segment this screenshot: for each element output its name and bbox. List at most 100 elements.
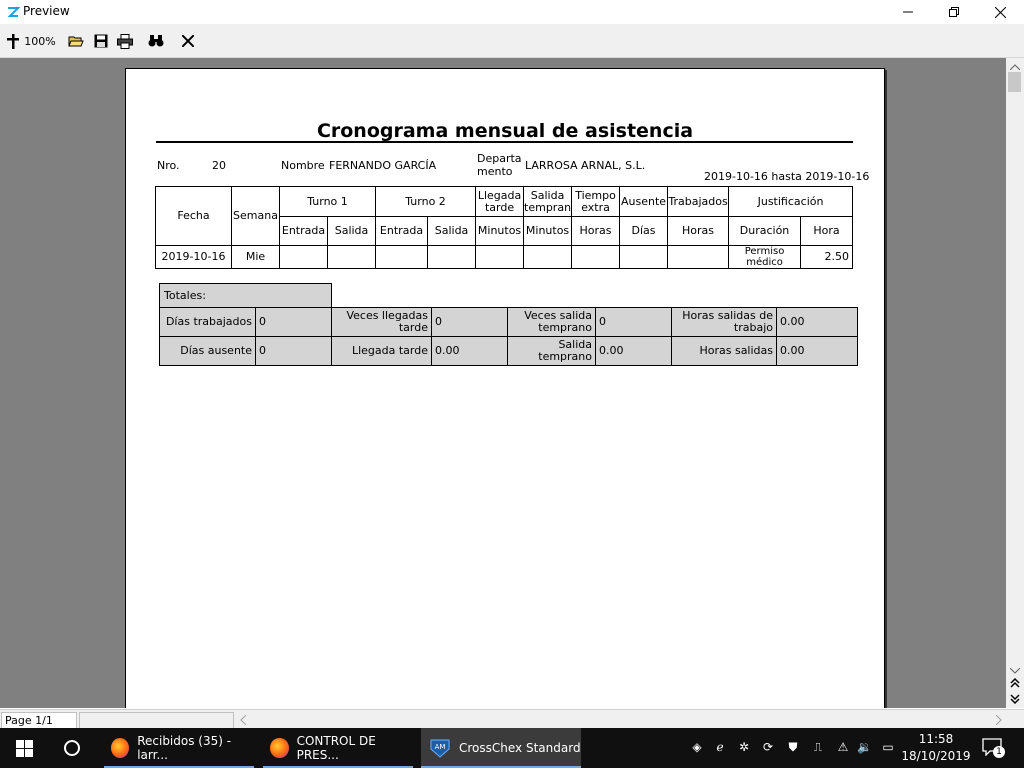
chevron-left-icon bbox=[240, 715, 246, 725]
cell-tiempo-extra bbox=[571, 245, 621, 269]
totals-label-box: Totales: bbox=[159, 283, 332, 308]
toolbar: 100% bbox=[0, 24, 1024, 58]
dias-ausente-value: 0 bbox=[255, 336, 332, 366]
binoculars-icon bbox=[148, 35, 164, 47]
network-icon[interactable]: ▭ bbox=[881, 740, 895, 754]
taskbar-item-label: CrossChex Standard bbox=[459, 741, 581, 755]
llegada-tarde-label: Llegada tarde bbox=[331, 336, 432, 366]
header-justificacion: Justificación bbox=[728, 186, 854, 217]
taskbar-item-mail[interactable]: Recibidos (35) - larr... bbox=[104, 728, 254, 768]
veces-salida-temprano-value: 0 bbox=[595, 307, 672, 337]
horizontal-scrollbar[interactable] bbox=[236, 712, 1008, 727]
zoom-button[interactable]: 100% bbox=[6, 32, 56, 50]
usb-device-icon[interactable]: ⎍ bbox=[811, 740, 825, 754]
header-minutos-salida: Minutos bbox=[523, 216, 573, 246]
horas-salidas-label: Horas salidas bbox=[671, 336, 777, 366]
dias-trabajados-label: Días trabajados bbox=[159, 307, 256, 337]
window-title: Preview bbox=[23, 4, 70, 18]
scroll-thumb[interactable] bbox=[1008, 72, 1021, 92]
zoom-level: 100% bbox=[24, 34, 56, 48]
page-up-button[interactable] bbox=[1009, 677, 1021, 691]
security-shield-icon[interactable]: ⛊ bbox=[786, 740, 800, 754]
minimize-button[interactable] bbox=[885, 0, 931, 24]
header-entrada-2: Entrada bbox=[375, 216, 429, 246]
app-logo-icon bbox=[7, 7, 20, 17]
cell-fecha: 2019-10-16 bbox=[155, 245, 232, 269]
salida-temprano-label: Salida temprano bbox=[507, 336, 596, 366]
report-title: Cronograma mensual de asistencia bbox=[316, 120, 694, 142]
warning-icon[interactable]: ⚠ bbox=[836, 740, 850, 754]
windows-logo-icon bbox=[15, 739, 33, 757]
taskbar-item-control[interactable]: CONTROL DE PRES... bbox=[263, 728, 413, 768]
taskbar-item-label: CONTROL DE PRES... bbox=[296, 734, 376, 762]
zoom-icon bbox=[7, 34, 20, 49]
header-fecha: Fecha bbox=[155, 186, 232, 246]
firefox-icon bbox=[111, 738, 130, 758]
scroll-down-arrow[interactable] bbox=[1009, 664, 1021, 677]
header-llegada-tarde: Llegada tarde bbox=[475, 186, 525, 217]
network-sync-icon[interactable]: ✲ bbox=[737, 740, 751, 754]
departamento-label-cont: mento bbox=[477, 165, 513, 178]
taskbar: Recibidos (35) - larr... CONTROL DE PRES… bbox=[0, 728, 1024, 768]
find-button[interactable] bbox=[147, 32, 165, 50]
print-button[interactable] bbox=[116, 32, 134, 50]
header-salida-2: Salida bbox=[427, 216, 477, 246]
chevron-up-icon bbox=[1009, 64, 1021, 71]
notifications-button[interactable]: 1 bbox=[982, 738, 1006, 760]
double-chevron-down-icon bbox=[1010, 694, 1020, 705]
ie-tray-icon[interactable]: ℯ bbox=[713, 740, 727, 754]
nro-label: Nro. bbox=[157, 159, 180, 172]
table-header-row: Fecha Semana Turno 1 Turno 2 Llegada tar… bbox=[155, 186, 854, 246]
close-icon bbox=[994, 6, 1006, 18]
double-chevron-up-icon bbox=[1010, 677, 1020, 688]
header-dias-ausente: Días bbox=[619, 216, 669, 246]
update-icon[interactable]: ⟳ bbox=[761, 740, 775, 754]
cell-trabajados bbox=[667, 245, 730, 269]
chevron-right-icon bbox=[996, 715, 1002, 725]
close-window-button[interactable] bbox=[977, 0, 1023, 24]
dias-ausente-label: Días ausente bbox=[159, 336, 256, 366]
nombre-label: Nombre bbox=[281, 159, 325, 172]
folder-open-icon bbox=[68, 36, 84, 47]
cell-ausente bbox=[619, 245, 669, 269]
open-button[interactable] bbox=[67, 32, 85, 50]
close-icon bbox=[182, 35, 194, 47]
notification-badge: 1 bbox=[993, 746, 1005, 758]
cortana-button[interactable] bbox=[48, 728, 96, 768]
totals-label: Totales: bbox=[164, 289, 206, 302]
header-salida-temprano: Salida temprano bbox=[523, 186, 573, 217]
page-indicator: Page 1/1 bbox=[5, 714, 53, 727]
status-panel bbox=[79, 712, 234, 729]
restore-button[interactable] bbox=[931, 0, 977, 24]
header-salida-1: Salida bbox=[326, 216, 377, 246]
save-button[interactable] bbox=[92, 32, 110, 50]
header-ausente: Ausente bbox=[619, 186, 669, 217]
cell-hora: 2.50 bbox=[800, 245, 854, 269]
horas-salidas-trabajo-value: 0.00 bbox=[776, 307, 858, 337]
salida-temprano-value: 0.00 bbox=[595, 336, 672, 366]
dias-trabajados-value: 0 bbox=[255, 307, 332, 337]
page-indicator-box: Page 1/1 bbox=[1, 712, 77, 729]
clock-time: 11:58 bbox=[918, 732, 954, 746]
close-preview-button[interactable] bbox=[179, 32, 197, 50]
cell-duracion: Permiso médico bbox=[728, 245, 802, 269]
vertical-scrollbar[interactable] bbox=[1006, 58, 1024, 708]
restore-icon bbox=[949, 7, 959, 17]
header-semana: Semana bbox=[231, 186, 280, 246]
cell-entrada-2 bbox=[375, 245, 429, 269]
start-button[interactable] bbox=[0, 728, 48, 768]
horas-salidas-value: 0.00 bbox=[776, 336, 858, 366]
volume-icon[interactable]: 🔉 bbox=[857, 740, 872, 754]
cell-entrada-1 bbox=[279, 245, 328, 269]
totals-table: Días trabajados 0 Veces llegadas tarde 0… bbox=[159, 307, 858, 366]
crosschex-tray-icon[interactable]: ◈ bbox=[690, 740, 704, 754]
header-turno-2: Turno 2 bbox=[375, 186, 477, 217]
header-trabajados: Trabajados bbox=[667, 186, 730, 217]
clock[interactable]: 11:58 18/10/2019 bbox=[900, 731, 972, 765]
preview-area[interactable]: Cronograma mensual de asistencia Nro. 20… bbox=[0, 58, 1006, 708]
clock-date: 18/10/2019 bbox=[901, 749, 971, 763]
cell-llegada-tarde bbox=[475, 245, 525, 269]
header-entrada-1: Entrada bbox=[279, 216, 328, 246]
page-down-button[interactable] bbox=[1009, 694, 1021, 707]
taskbar-item-crosschex[interactable]: AM CrossChex Standard bbox=[421, 728, 581, 768]
